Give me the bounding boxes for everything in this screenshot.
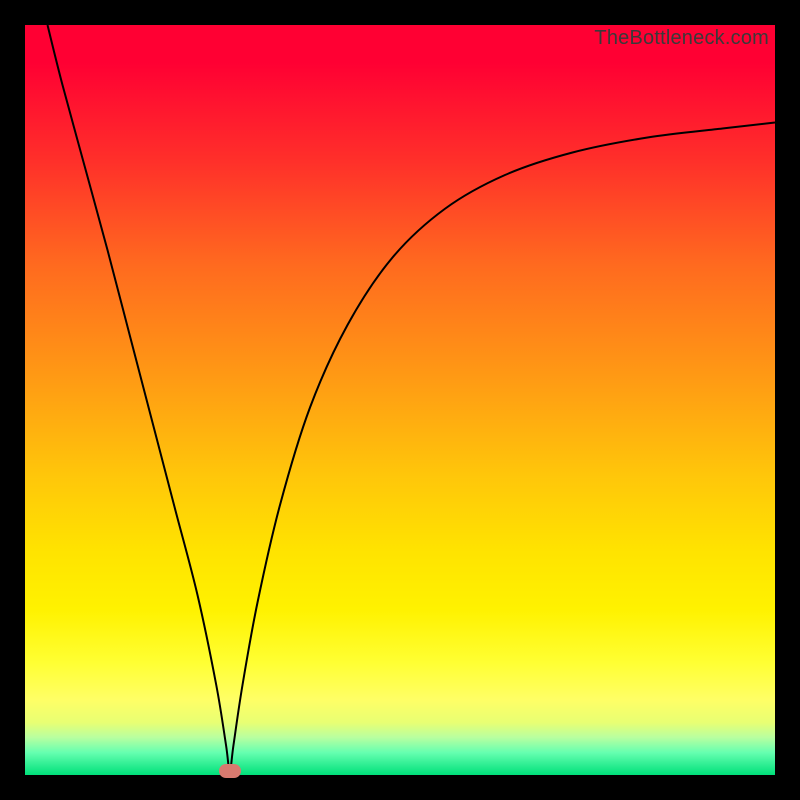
chart-frame: TheBottleneck.com: [0, 0, 800, 800]
bottleneck-curve: [48, 25, 776, 771]
optimum-marker: [219, 764, 241, 778]
plot-area: TheBottleneck.com: [25, 25, 775, 775]
curve-layer: [25, 25, 775, 775]
